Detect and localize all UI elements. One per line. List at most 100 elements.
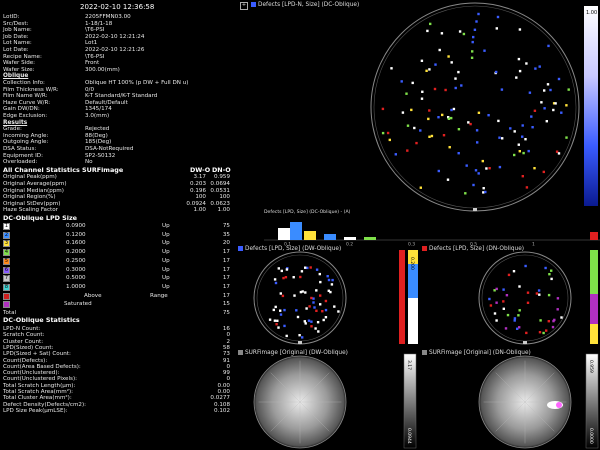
info-row-value: 2022-02-10 12:21:26 (85, 47, 145, 53)
saturated-swatch (3, 301, 10, 309)
defect-point (504, 327, 508, 330)
defect-point (547, 44, 550, 48)
defect-point (533, 167, 536, 170)
defect-point (521, 135, 524, 138)
defect-point (419, 129, 422, 132)
defect-point (556, 308, 559, 311)
main-color-scale (584, 6, 598, 206)
defect-point (454, 86, 457, 90)
defect-point (538, 293, 541, 296)
defect-point (319, 280, 322, 284)
defect-point (526, 301, 530, 304)
defect-point (316, 321, 320, 324)
defect-point (428, 68, 431, 71)
defect-point (539, 319, 542, 322)
results-row-value: DSA-NotRequired (85, 146, 134, 152)
defect-point (488, 167, 491, 170)
defect-point (548, 273, 551, 276)
dn-defects-pane[interactable]: Defects [LPD, Size] (DN-Oblique) (420, 244, 600, 346)
surf-dn-pane[interactable]: SURFimage [Original] (DN-Oblique) 0.959 0… (420, 348, 600, 450)
defect-point (506, 313, 510, 317)
defect-point (493, 289, 496, 292)
defect-point (488, 297, 491, 301)
defect-point (517, 314, 520, 317)
lpd-bin-swatch: 4 (3, 249, 10, 257)
stats-col-dn: DN-O (212, 165, 231, 174)
defect-point (471, 50, 474, 53)
defect-point (517, 143, 520, 146)
defect-point (518, 28, 522, 31)
defect-point (284, 276, 288, 279)
surf-dn-scale-top: 0.959 (588, 360, 594, 373)
defect-point (447, 55, 450, 58)
defect-point (505, 294, 509, 297)
defect-point (462, 32, 466, 36)
defect-point (458, 30, 462, 33)
defect-point (521, 124, 524, 127)
surf-image-dn[interactable]: 0.959 0.0000 (420, 348, 600, 450)
defect-point (426, 29, 429, 33)
surf-dn-scale-bottom: 0.0000 (588, 428, 594, 444)
surf-dw-scale-top: 3.17 (406, 360, 412, 370)
defect-point (493, 312, 497, 315)
defect-point (550, 277, 553, 281)
wafer-outline (370, 2, 580, 212)
defect-point (274, 305, 277, 309)
dw-scale-side (399, 250, 405, 344)
defect-point (429, 22, 432, 26)
lpd-count: 17 (222, 283, 230, 290)
defect-point (324, 308, 328, 312)
defect-point (477, 172, 480, 175)
main-wafer-pane[interactable]: + Defects [LPD-N, Size] (DC-Oblique) 1.00 (236, 0, 600, 212)
defect-point (268, 318, 272, 321)
info-row-value: \T6-PSI (85, 53, 105, 60)
info-row-key: LotID: (3, 14, 20, 20)
defect-point (465, 164, 468, 167)
results-row-value: SP2-S0132 (85, 152, 116, 159)
defect-point (543, 107, 546, 110)
defect-point (531, 126, 534, 129)
defect-point (502, 288, 505, 291)
defect-point (390, 67, 393, 70)
defect-point (319, 294, 322, 297)
surf-dw-scale-bottom: 0.0944 (406, 428, 412, 444)
defect-point (285, 268, 289, 271)
defect-point (538, 331, 542, 334)
defect-point (524, 264, 527, 268)
lpd-bin-swatch: 8 (3, 283, 10, 291)
info-row-key: Src/Dest: (3, 20, 29, 27)
defect-point (474, 169, 478, 172)
defect-point (485, 167, 488, 170)
defect-point (321, 310, 324, 313)
info-row-value: 1-18/1-18 (85, 20, 113, 27)
defect-point (327, 278, 331, 282)
defect-point (500, 88, 504, 91)
oblique-row-key: Haze Curve W/R: (3, 99, 51, 106)
info-row-key: Lot Name: (3, 40, 32, 47)
defect-point (517, 57, 521, 61)
oblique-row-value: Default/Default (85, 99, 128, 106)
wafer-map-main[interactable]: 1.00 (236, 0, 600, 212)
defect-point (460, 84, 463, 87)
results-row-key: Overloaded: (3, 159, 38, 166)
defect-point (507, 273, 511, 277)
size-histogram[interactable]: Defects [LPD, Size] (DC-Oblique) - (A) 0… (264, 210, 600, 246)
wafer-map-dw[interactable]: 0.200 (236, 244, 420, 346)
results-row-value: 185(Deg) (85, 139, 112, 146)
lpd-size: 0.2500 (66, 257, 86, 264)
lpd-dir: Up (162, 257, 170, 264)
defect-point (530, 115, 533, 118)
defect-point (303, 320, 306, 323)
info-row-value: 2022-02-10 12:21:24 (85, 33, 145, 40)
results-row-value: 88(Deg) (85, 132, 108, 139)
dw-defects-pane[interactable]: Defects [LPD, Size] (DW-Oblique) 0.200 (236, 244, 420, 346)
dc-stat-value: 0.102 (213, 407, 230, 414)
surf-dw-pane[interactable]: SURFimage [Original] (DW-Oblique) 3.17 0.… (236, 348, 420, 450)
defect-point (542, 331, 545, 335)
defect-point (299, 275, 302, 279)
wafer-map-dn[interactable] (420, 244, 600, 346)
defect-point (498, 165, 502, 169)
defect-point (280, 269, 283, 273)
defect-point (483, 49, 486, 52)
surf-image-dw[interactable]: 3.17 0.0944 (236, 348, 420, 450)
